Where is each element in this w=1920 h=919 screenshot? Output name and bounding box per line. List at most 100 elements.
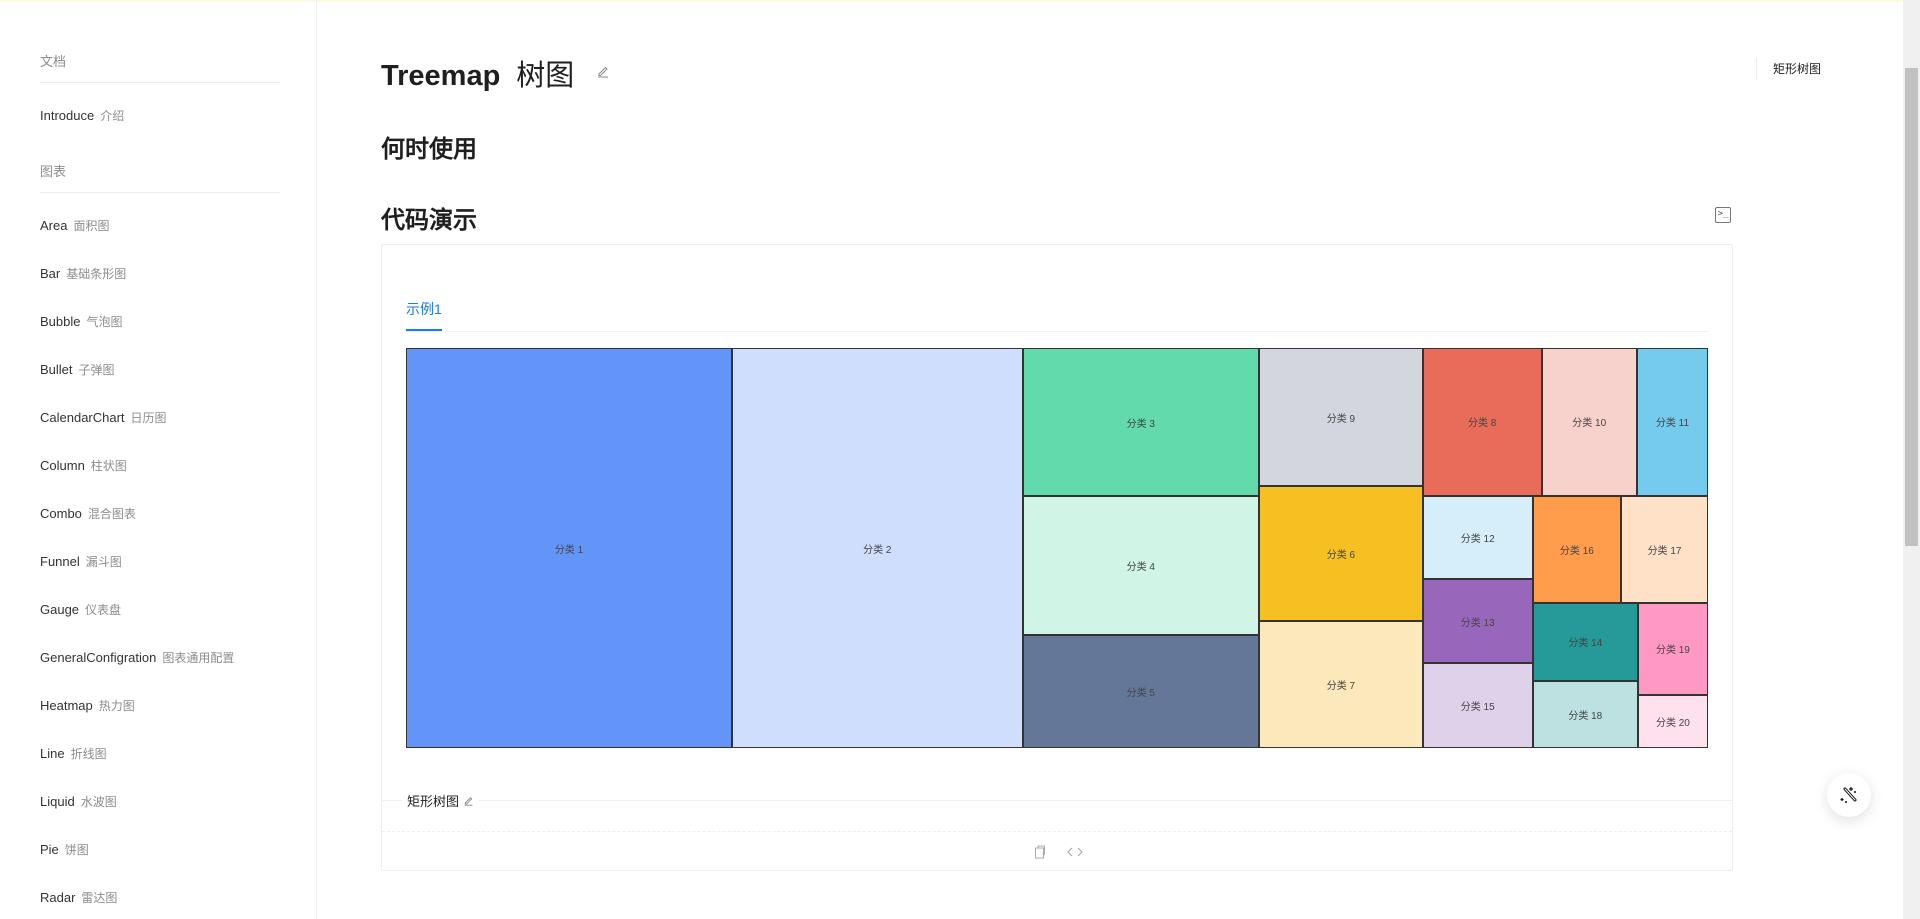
- sidebar-item-sublabel: 柱状图: [90, 459, 127, 473]
- sidebar-item-bubble[interactable]: Bubble 气泡图: [40, 313, 123, 330]
- treemap-label: 分类 20: [1655, 717, 1690, 729]
- sidebar-item-calendarchart[interactable]: CalendarChart 日历图: [40, 409, 167, 426]
- treemap-label: 分类 15: [1460, 702, 1495, 714]
- treemap-label: 分类 11: [1655, 418, 1690, 430]
- sidebar-item-label: Column: [40, 458, 85, 473]
- treemap-cell[interactable]: 分类 3: [1022, 348, 1259, 497]
- sidebar-item-sublabel: 饼图: [64, 843, 89, 857]
- sidebar-item-sublabel: 仪表盘: [85, 603, 122, 617]
- sidebar-item-radar[interactable]: Radar 雷达图: [40, 889, 117, 906]
- divider: [382, 800, 1732, 801]
- sidebar-group-charts: 图表: [40, 164, 67, 179]
- treemap-label: 分类 9: [1326, 413, 1356, 425]
- title-zh: 树图: [516, 60, 575, 92]
- sidebar-item-label: Area: [40, 218, 68, 233]
- divider: [40, 82, 280, 83]
- sidebar-item-gauge[interactable]: Gauge 仪表盘: [40, 601, 121, 618]
- sidebar-item-column[interactable]: Column 柱状图: [40, 457, 127, 474]
- treemap-cell[interactable]: 分类 13: [1422, 578, 1533, 664]
- sidebar-item-label: Gauge: [40, 602, 80, 617]
- sidebar-item-label: Heatmap: [40, 698, 93, 713]
- sidebar-item-combo[interactable]: Combo 混合图表: [40, 505, 136, 522]
- sidebar-item-sublabel: 介绍: [100, 109, 125, 123]
- treemap-label: 分类 1: [554, 544, 584, 556]
- sidebar-item-label: Bullet: [40, 362, 73, 377]
- edit-icon[interactable]: [596, 64, 610, 78]
- treemap-label: 分类 16: [1559, 545, 1594, 557]
- scrollbar-thumb[interactable]: [1905, 68, 1918, 546]
- sidebar-item-sublabel: 热力图: [98, 699, 135, 713]
- sidebar-item-sublabel: 雷达图: [81, 891, 118, 905]
- sidebar-item-liquid[interactable]: Liquid 水波图: [40, 793, 117, 810]
- treemap-label: 分类 13: [1460, 617, 1495, 629]
- treemap-cell[interactable]: 分类 2: [732, 348, 1023, 748]
- magic-wand-icon: [1840, 787, 1857, 803]
- treemap-label: 分类 5: [1126, 687, 1155, 699]
- treemap-label: 分类 18: [1568, 710, 1603, 722]
- treemap-cell[interactable]: 分类 12: [1422, 495, 1533, 579]
- page-title: Treemap 树图: [381, 52, 574, 94]
- divider: [382, 831, 1732, 832]
- sidebar-item-sublabel: 基础条形图: [66, 267, 127, 281]
- treemap-label: 分类 2: [863, 544, 892, 556]
- treemap-chart: 分类 1 分类 2 分类 3 分类 4 分类 5 分类 9 分类 6 分类 7 分类 8 分类 1…: [406, 348, 1708, 748]
- sidebar-item-sublabel: 水波图: [80, 795, 117, 809]
- treemap-cell[interactable]: 分类 16: [1532, 495, 1622, 603]
- treemap-label: 分类 19: [1655, 645, 1690, 657]
- sidebar-item-sublabel: 日历图: [130, 411, 167, 425]
- code-expand-icon[interactable]: [1066, 846, 1084, 858]
- treemap-cell[interactable]: 分类 9: [1259, 348, 1423, 487]
- sidebar-item-funnel[interactable]: Funnel 漏斗图: [40, 553, 122, 570]
- terminal-icon[interactable]: >_: [1715, 207, 1731, 223]
- toc-item[interactable]: 矩形树图: [1773, 60, 1821, 77]
- tab-example-1[interactable]: 示例1: [406, 299, 442, 319]
- treemap-cell[interactable]: 分类 20: [1637, 694, 1708, 748]
- sidebar-item-sublabel: 混合图表: [87, 507, 136, 521]
- treemap-cell[interactable]: 分类 14: [1532, 602, 1638, 681]
- sidebar-item-sublabel: 图表通用配置: [162, 651, 235, 665]
- treemap-cell[interactable]: 分类 11: [1636, 348, 1708, 496]
- treemap-label: 分类 3: [1126, 418, 1155, 430]
- sidebar-item-introduce[interactable]: Introduce 介绍: [40, 107, 124, 124]
- treemap-cell[interactable]: 分类 10: [1541, 348, 1637, 496]
- treemap-cell[interactable]: 分类 4: [1022, 496, 1259, 635]
- treemap-cell[interactable]: 分类 8: [1422, 348, 1542, 496]
- edit-icon[interactable]: [463, 795, 474, 806]
- sidebar-item-heatmap[interactable]: Heatmap 热力图: [40, 697, 135, 714]
- treemap-cell[interactable]: 分类 1: [406, 348, 733, 748]
- treemap-label: 分类 17: [1647, 545, 1682, 557]
- sidebar-item-label: Pie: [40, 842, 59, 857]
- treemap-cell[interactable]: 分类 18: [1532, 681, 1638, 748]
- treemap-cell[interactable]: 分类 7: [1259, 620, 1423, 748]
- sidebar-item-label: Funnel: [40, 554, 80, 569]
- sidebar-item-line[interactable]: Line 折线图: [40, 745, 107, 762]
- treemap-cell[interactable]: 分类 5: [1022, 634, 1259, 748]
- treemap-cell[interactable]: 分类 15: [1422, 663, 1533, 748]
- sidebar-item-bullet[interactable]: Bullet 子弹图: [40, 361, 115, 378]
- sidebar-item-pie[interactable]: Pie 饼图: [40, 841, 89, 858]
- section-when-to-use: 何时使用: [381, 136, 477, 163]
- sidebar-item-label: Bubble: [40, 314, 81, 329]
- sidebar-item-sublabel: 面积图: [73, 219, 110, 233]
- sidebar-item-generalconfigration[interactable]: GeneralConfigration 图表通用配置: [40, 649, 234, 666]
- sidebar-item-sublabel: 子弹图: [78, 363, 115, 377]
- treemap-label: 分类 14: [1568, 638, 1603, 650]
- treemap-cell[interactable]: 分类 6: [1259, 486, 1423, 621]
- sidebar-item-label: Combo: [40, 506, 82, 521]
- tab-bar-line: [406, 331, 1708, 332]
- sidebar-item-area[interactable]: Area 面积图: [40, 217, 109, 234]
- sidebar: 文档 Introduce 介绍 图表 Area 面积图 Bar 基础条形图 Bubble 气…: [0, 0, 317, 919]
- copy-icon[interactable]: [1034, 845, 1046, 859]
- treemap-label: 分类 12: [1460, 533, 1495, 545]
- section-code-demo: 代码演示: [381, 207, 477, 234]
- treemap-cell[interactable]: 分类 17: [1621, 495, 1708, 603]
- treemap-label: 分类 7: [1326, 680, 1356, 692]
- divider: [40, 192, 280, 193]
- scrollbar[interactable]: [1903, 0, 1920, 919]
- magic-wand-button[interactable]: [1827, 773, 1871, 817]
- sidebar-item-bar[interactable]: Bar 基础条形图: [40, 265, 126, 282]
- treemap-label: 分类 8: [1467, 418, 1497, 430]
- sidebar-group-docs: 文档: [40, 54, 67, 69]
- treemap-cell[interactable]: 分类 19: [1637, 602, 1708, 695]
- sidebar-item-label: Radar: [40, 890, 76, 905]
